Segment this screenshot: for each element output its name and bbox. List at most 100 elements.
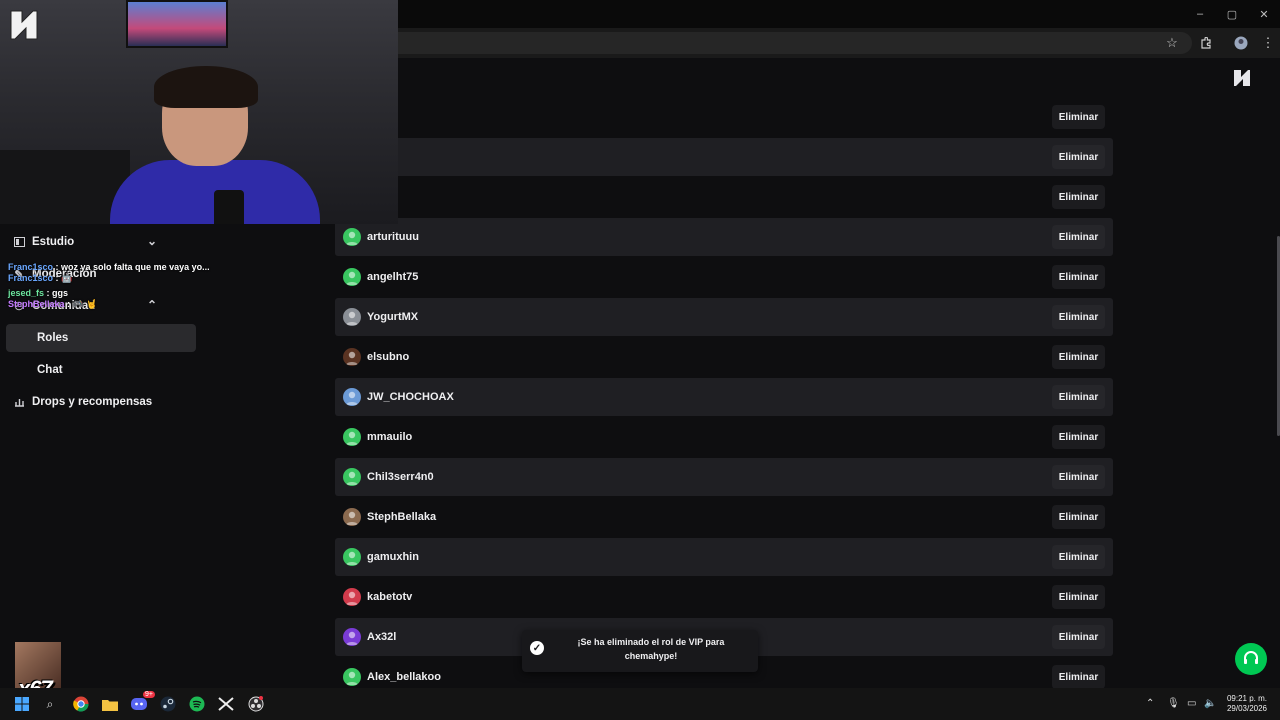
success-toast: ✓ ¡Se ha eliminado el rol de VIP para ch… [522, 630, 758, 672]
windows-taskbar: ⌕ 9+ ⌃ 🎙 ▭ 🔈 09:21 p. m. 29/03/2026 [0, 688, 1280, 720]
remove-vip-button[interactable]: Eliminar [1052, 665, 1105, 689]
remove-vip-button[interactable]: Eliminar [1052, 385, 1105, 409]
minimize-button[interactable]: – [1184, 0, 1216, 28]
user-avatar[interactable] [343, 668, 361, 686]
user-row: angelht75 Eliminar [335, 258, 1113, 296]
sidebar-item-label: Chat [37, 364, 63, 376]
user-avatar[interactable] [343, 428, 361, 446]
toast-message: ¡Se ha eliminado el rol de VIP para chem… [577, 637, 725, 661]
user-avatar[interactable] [343, 628, 361, 646]
remove-vip-button[interactable]: Eliminar [1052, 185, 1105, 209]
sidebar-item-chat[interactable]: Chat [6, 356, 196, 384]
remove-vip-button[interactable]: Eliminar [1052, 305, 1105, 329]
background-monitor [126, 0, 228, 48]
username[interactable]: StephBellaka [367, 511, 436, 523]
user-row: JW_CHOCHOAX Eliminar [335, 378, 1113, 416]
chat-message: StephBellaka : 🎮 🤘 [8, 299, 98, 309]
volume-icon[interactable]: 🔈 [1204, 698, 1216, 709]
system-clock[interactable]: 09:21 p. m. 29/03/2026 [1222, 694, 1272, 714]
extensions-icon[interactable] [1196, 33, 1216, 53]
username[interactable]: YogurtMX [367, 311, 418, 323]
sidebar-item-label: Drops y recompensas [32, 396, 153, 408]
remove-vip-button[interactable]: Eliminar [1052, 465, 1105, 489]
user-row: kabetotv Eliminar [335, 578, 1113, 616]
spotify-icon[interactable] [187, 694, 207, 714]
user-row: Chil3serr4n0 Eliminar [335, 458, 1113, 496]
check-icon: ✓ [530, 641, 544, 655]
user-avatar[interactable] [343, 588, 361, 606]
username[interactable]: mmauilo [367, 431, 412, 443]
user-avatar[interactable] [343, 468, 361, 486]
remove-vip-button[interactable]: Eliminar [1052, 545, 1105, 569]
user-row: sEliminar [335, 178, 1113, 216]
remove-vip-button[interactable]: Eliminar [1052, 625, 1105, 649]
username[interactable]: Chil3serr4n0 [367, 471, 434, 483]
user-avatar[interactable] [343, 548, 361, 566]
username[interactable]: kabetotv [367, 591, 412, 603]
username[interactable]: Ax32l [367, 631, 396, 643]
sidebar-item-label: Roles [37, 332, 69, 344]
stream-logo-icon [10, 10, 38, 40]
remove-vip-button[interactable]: Eliminar [1052, 225, 1105, 249]
discord-icon[interactable]: 9+ [129, 691, 155, 714]
user-row: YogurtMX Eliminar [335, 298, 1113, 336]
steam-icon[interactable] [158, 694, 178, 714]
user-avatar[interactable] [343, 388, 361, 406]
address-bar[interactable] [398, 32, 1192, 54]
remove-vip-button[interactable]: Eliminar [1052, 105, 1105, 129]
remove-vip-button[interactable]: Eliminar [1052, 425, 1105, 449]
brand-logo-icon[interactable] [1232, 68, 1252, 88]
sidebar-item-estudio[interactable]: Estudio ⌄ [6, 228, 165, 256]
capcut-icon[interactable] [216, 694, 236, 714]
gift-icon [6, 397, 32, 407]
remove-vip-button[interactable]: Eliminar [1052, 345, 1105, 369]
profile-icon[interactable] [1231, 33, 1251, 53]
microphone-icon[interactable]: 🎙 [1167, 698, 1180, 709]
username[interactable]: arturituuu [367, 231, 419, 243]
browser-menu-icon[interactable]: ⋮ [1258, 33, 1278, 53]
studio-icon [6, 237, 32, 247]
user-row: gamuxhin Eliminar [335, 538, 1113, 576]
username[interactable]: angelht75 [367, 271, 418, 283]
username[interactable]: Alex_bellakoo [367, 671, 441, 683]
chat-message: jesed_fs : ggs [8, 288, 69, 298]
user-row: elsubno Eliminar [335, 338, 1113, 376]
sidebar-item-roles[interactable]: Roles [6, 324, 196, 352]
discord-badge: 9+ [143, 691, 155, 698]
obs-icon[interactable] [246, 694, 266, 714]
stream-chat-overlay: Franc1sco : woz ya solo falta que me vay… [8, 262, 258, 310]
remove-vip-button[interactable]: Eliminar [1052, 265, 1105, 289]
maximize-button[interactable]: ▢ [1216, 0, 1248, 28]
remove-vip-button[interactable]: Eliminar [1052, 145, 1105, 169]
chevron-down-icon: ⌄ [146, 234, 157, 248]
help-chat-button[interactable] [1235, 643, 1267, 675]
user-avatar[interactable] [343, 348, 361, 366]
user-row: ntVREliminar [335, 98, 1113, 136]
sidebar-item-label: Estudio [32, 236, 75, 248]
user-avatar[interactable] [343, 308, 361, 326]
windows-start-icon[interactable] [12, 694, 32, 714]
user-row: mmauilo Eliminar [335, 418, 1113, 456]
file-explorer-icon[interactable] [100, 694, 120, 714]
close-button[interactable]: ✕ [1248, 0, 1280, 28]
search-icon[interactable]: ⌕ [40, 694, 60, 714]
username[interactable]: elsubno [367, 351, 409, 363]
username[interactable]: gamuxhin [367, 551, 419, 563]
remove-vip-button[interactable]: Eliminar [1052, 585, 1105, 609]
bookmark-star-icon[interactable]: ☆ [1162, 33, 1182, 53]
tray-expand-icon[interactable]: ⌃ [1146, 698, 1154, 709]
network-icon[interactable]: ▭ [1187, 698, 1196, 709]
user-avatar[interactable] [343, 268, 361, 286]
username[interactable]: JW_CHOCHOAX [367, 391, 454, 403]
user-row: arturituuu Eliminar [335, 218, 1113, 256]
user-avatar[interactable] [343, 228, 361, 246]
chrome-icon[interactable] [71, 694, 91, 714]
headset-icon [1244, 651, 1258, 664]
sidebar-item-drops[interactable]: Drops y recompensas [6, 388, 165, 416]
user-avatar[interactable] [343, 508, 361, 526]
remove-vip-button[interactable]: Eliminar [1052, 505, 1105, 529]
streamer-figure [110, 66, 320, 224]
webcam-overlay [0, 0, 398, 224]
user-row: StephBellaka Eliminar [335, 498, 1113, 536]
chat-message: Franc1sco : 🤖 [8, 273, 73, 283]
